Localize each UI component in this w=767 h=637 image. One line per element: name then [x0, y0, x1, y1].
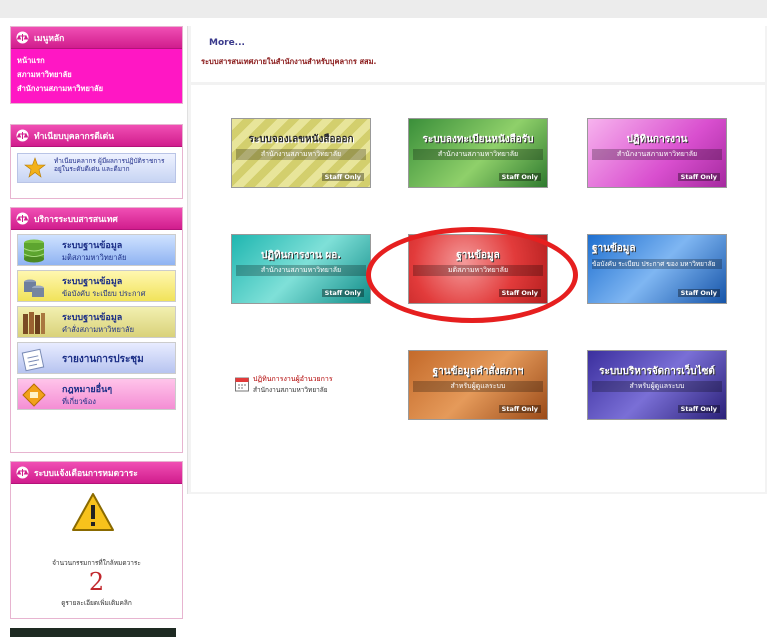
service-label: กฎหมายอื่นๆ — [62, 385, 113, 395]
database-icon — [21, 238, 47, 264]
term-alert-header: ระบบแจ้งเตือนการหมดวาระ — [11, 462, 182, 484]
personnel-banner[interactable]: ทำเนียบคลากร ผู้มีผลการปฏิบัติราชการ อยู… — [17, 153, 176, 183]
books-icon — [21, 310, 47, 336]
main-menu-list: หน้าแรก สภามหาวิทยาลัย สำนักงานสภามหาวิท… — [11, 49, 182, 103]
scales-icon — [16, 212, 29, 225]
staff-only-badge: Staff Only — [321, 289, 364, 297]
staff-only-badge: Staff Only — [677, 289, 720, 297]
service-regulations-db[interactable]: ระบบฐานข้อมูล ข้อบังคับ ระเบียบ ประกาศ — [17, 270, 176, 302]
services-header: บริการระบบสารสนเทศ — [11, 208, 182, 230]
staff-only-badge: Staff Only — [677, 405, 720, 413]
tile-title: ระบบบริหารจัดการเว็บไซต์ — [599, 366, 715, 377]
service-sublabel: ที่เกี่ยวข้อง — [62, 397, 96, 406]
tile-director-schedule[interactable]: ปฏิทินการงานผู้อำนวยการ สำนักงานสภามหาวิ… — [231, 350, 371, 420]
tile-subtitle: สำนักงานสภามหาวิทยาลัย — [413, 149, 543, 160]
term-alert-body: จำนวนกรรมการที่ใกล้หมดวาระ 2 ดูรายละเอีย… — [11, 484, 182, 609]
main-menu-title: เมนูหลัก — [34, 33, 65, 44]
personnel-banner-text: ทำเนียบคลากร ผู้มีผลการปฏิบัติราชการ อยู… — [54, 157, 165, 173]
tile-subtitle: สำนักงานสภามหาวิทยาลัย — [592, 149, 722, 160]
tile-title: ระบบลงทะเบียนหนังสือรับ — [422, 134, 534, 145]
term-alert-title: ระบบแจ้งเตือนการหมดวาระ — [34, 468, 138, 479]
tile-subtitle: สำนักงานสภามหาวิทยาลัย — [253, 386, 328, 394]
tile-outgoing-letter-booking[interactable]: ระบบจองเลขหนังสือออก สำนักงานสภามหาวิทยา… — [231, 118, 371, 188]
menu-item-council[interactable]: สภามหาวิทยาลัย — [17, 68, 176, 82]
scales-icon — [16, 129, 29, 142]
tile-title: ระบบจองเลขหนังสือออก — [248, 134, 354, 145]
service-label: ระบบฐานข้อมูล — [62, 241, 123, 251]
top-bar — [0, 0, 767, 18]
tile-title: ปฏิทินการงานผู้อำนวยการ — [253, 375, 333, 383]
tile-website-management[interactable]: ระบบบริหารจัดการเว็บไซต์ สำหรับผู้ดูแลระ… — [587, 350, 727, 420]
law-icon — [21, 382, 47, 408]
tile-incoming-letter-register[interactable]: ระบบลงทะเบียนหนังสือรับ สำนักงานสภามหาวิ… — [408, 118, 548, 188]
tile-subtitle: สำนักงานสภามหาวิทยาลัย — [236, 265, 366, 276]
service-sublabel: ข้อบังคับ ระเบียบ ประกาศ — [62, 289, 146, 298]
highlight-ellipse — [366, 227, 578, 323]
personnel-title: ทำเนียบบุคลากรดีเด่น — [34, 131, 114, 142]
tile-work-calendar[interactable]: ปฏิทินการงาน สำนักงานสภามหาวิทยาลัย Staf… — [587, 118, 727, 188]
term-alert-more-link[interactable]: ดูรายละเอียดเพิ่มเติมคลิก — [11, 598, 182, 608]
section-subtitle: ระบบสารสนเทศภายในสำนักงานสำหรับบุคลากร ส… — [201, 57, 377, 66]
personnel-header: ทำเนียบบุคลากรดีเด่น — [11, 125, 182, 147]
service-other-laws[interactable]: กฎหมายอื่นๆ ที่เกี่ยวข้อง — [17, 378, 176, 410]
tile-subtitle: ข้อบังคับ ระเบียบ ประกาศ ของ มหาวิทยาลัย — [592, 259, 722, 269]
term-alert-count: 2 — [88, 568, 105, 596]
scales-icon — [16, 31, 29, 44]
service-sublabel: มติสภามหาวิทยาลัย — [62, 253, 127, 262]
service-resolutions-db[interactable]: ระบบฐานข้อมูล มติสภามหาวิทยาลัย — [17, 234, 176, 266]
more-link[interactable]: More... — [209, 38, 245, 48]
service-label: ระบบฐานข้อมูล — [62, 313, 123, 323]
service-label: ระบบฐานข้อมูล — [62, 277, 123, 287]
services-title: บริการระบบสารสนเทศ — [34, 214, 118, 225]
tile-council-orders-database[interactable]: ฐานข้อมูลคำสั่งสภาฯ สำหรับผู้ดูแลระบบ St… — [408, 350, 548, 420]
service-meeting-reports[interactable]: รายงานการประชุม — [17, 342, 176, 374]
trophy-icon — [24, 157, 46, 181]
bottom-strip — [10, 628, 176, 637]
tile-regulations-database[interactable]: ฐานข้อมูล ข้อบังคับ ระเบียบ ประกาศ ของ ม… — [587, 234, 727, 304]
menu-item-council-office[interactable]: สำนักงานสภามหาวิทยาลัย — [17, 82, 176, 96]
personnel-box: ทำเนียบบุคลากรดีเด่น ทำเนียบคลากร ผู้มีผ… — [10, 124, 183, 199]
tile-title: ปฏิทินการงาน ผอ. — [260, 250, 341, 261]
divider — [191, 82, 765, 85]
scales-icon — [16, 466, 29, 479]
menu-item-home[interactable]: หน้าแรก — [17, 54, 176, 68]
database-icon — [21, 274, 47, 300]
tile-title: ปฏิทินการงาน — [626, 134, 688, 145]
tile-subtitle: สำหรับผู้ดูแลระบบ — [592, 381, 722, 392]
staff-only-badge: Staff Only — [321, 173, 364, 181]
main-menu-box: เมนูหลัก หน้าแรก สภามหาวิทยาลัย สำนักงาน… — [10, 26, 183, 104]
tile-subtitle: สำหรับผู้ดูแลระบบ — [413, 381, 543, 392]
service-label: รายงานการประชุม — [62, 354, 144, 365]
term-alert-box: ระบบแจ้งเตือนการหมดวาระ จำนวนกรรมการที่ใ… — [10, 461, 183, 619]
service-sublabel: คำสั่งสภามหาวิทยาลัย — [62, 325, 135, 334]
tile-director-calendar[interactable]: ปฏิทินการงาน ผอ. สำนักงานสภามหาวิทยาลัย … — [231, 234, 371, 304]
warning-icon — [71, 492, 115, 532]
tile-title: ฐานข้อมูลคำสั่งสภาฯ — [432, 366, 524, 377]
tile-subtitle: สำนักงานสภามหาวิทยาลัย — [236, 149, 366, 160]
service-orders-db[interactable]: ระบบฐานข้อมูล คำสั่งสภามหาวิทยาลัย — [17, 306, 176, 338]
staff-only-badge: Staff Only — [498, 173, 541, 181]
staff-only-badge: Staff Only — [498, 405, 541, 413]
report-icon — [21, 346, 47, 372]
tile-title: ฐานข้อมูล — [592, 243, 636, 254]
term-alert-caption: จำนวนกรรมการที่ใกล้หมดวาระ — [52, 559, 141, 567]
staff-only-badge: Staff Only — [677, 173, 720, 181]
services-box: บริการระบบสารสนเทศ ระบบฐานข้อมูล มติสภาม… — [10, 207, 183, 453]
main-menu-header: เมนูหลัก — [11, 27, 182, 49]
calendar-icon — [235, 376, 249, 392]
